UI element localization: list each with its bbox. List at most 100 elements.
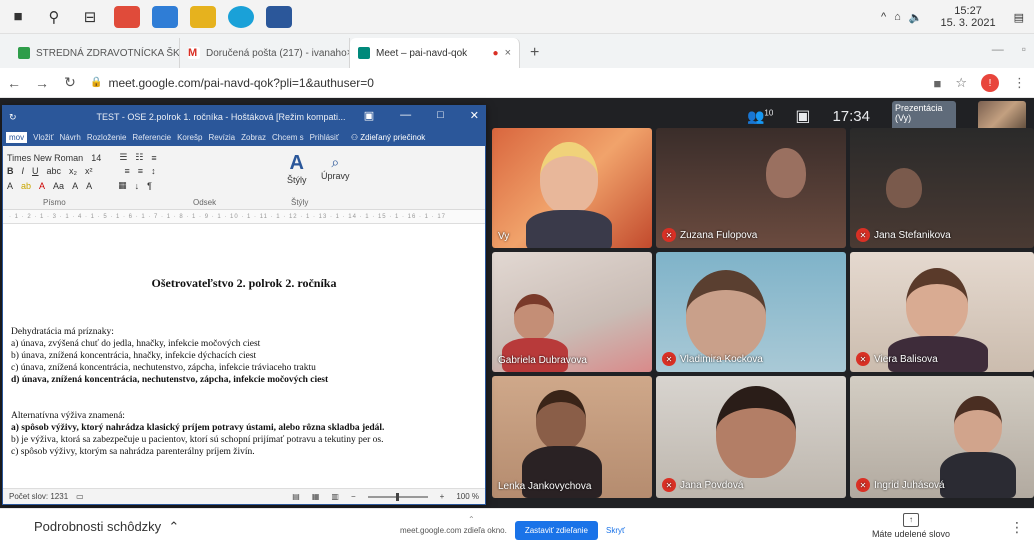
notifications-icon[interactable]: ▤ — [1014, 11, 1024, 24]
windows-start-icon[interactable]: ■ — [0, 0, 36, 34]
self-view-thumbnail[interactable] — [978, 101, 1026, 131]
tab-view[interactable]: Zobraz — [241, 133, 266, 142]
meeting-details-button[interactable]: Podrobnosti schôdzky ⌃ — [34, 519, 179, 535]
tab-meet[interactable]: Meet – pai-navd-qok ● × — [350, 38, 520, 68]
tray-chevron-icon[interactable]: ^ — [881, 11, 886, 23]
strikethrough-icon[interactable]: abc — [47, 166, 62, 176]
more-options-icon[interactable]: ⋮ — [1010, 519, 1024, 536]
zoom-slider[interactable] — [367, 492, 428, 501]
clock-time: 15:27 — [954, 5, 982, 17]
minimize-icon[interactable]: — — [400, 109, 411, 122]
underline-icon[interactable]: U — [32, 166, 39, 176]
file-explorer-icon[interactable] — [190, 5, 216, 28]
video-tile[interactable]: Vy — [492, 128, 652, 248]
chat-icon[interactable]: ▣ — [795, 106, 810, 126]
minimize-icon[interactable]: — — [992, 42, 1004, 56]
tab-design[interactable]: Návrh — [59, 133, 80, 142]
editing-button[interactable]: ⌕ Úpravy — [321, 154, 350, 181]
tab-close-icon[interactable]: × — [505, 47, 511, 59]
back-arrow-icon[interactable]: ← — [0, 75, 28, 91]
close-icon[interactable]: ✕ — [470, 109, 479, 122]
proofing-icon[interactable]: ▭ — [76, 492, 84, 501]
network-icon[interactable]: ⌂ — [894, 11, 901, 23]
text-effects-icon[interactable]: A — [7, 181, 13, 191]
video-tile[interactable]: Gabriela Dubravova — [492, 252, 652, 372]
shading-icon[interactable]: ▦ — [118, 180, 127, 191]
zoom-out-icon[interactable]: − — [351, 492, 356, 501]
video-tile[interactable]: ✕ Zuzana Fulopova — [656, 128, 846, 248]
list-bullets-icon[interactable]: ☰ — [119, 152, 127, 163]
camera-icon[interactable]: ■ — [933, 76, 941, 91]
line-spacing-icon[interactable]: ↕ — [151, 166, 156, 176]
align-icon[interactable]: ≡ — [151, 153, 156, 163]
pilcrow-icon[interactable]: ¶ — [147, 181, 152, 191]
sort-icon[interactable]: ↓ — [135, 181, 140, 191]
print-layout-icon[interactable]: ▦ — [312, 492, 320, 501]
presenting-button[interactable]: ↑ Máte udelené slovo — [872, 513, 950, 539]
presentation-thumbnail[interactable]: Prezentácia (Vy) — [892, 101, 956, 131]
video-tile[interactable]: ✕ Vladimira Kockova — [656, 252, 846, 372]
shrink-font-icon[interactable]: A — [86, 181, 92, 191]
web-layout-icon[interactable]: ▥ — [331, 492, 339, 501]
ribbon-display-icon[interactable]: ▣ — [364, 109, 374, 122]
answer-1a: a) únava, zvýšená chuť do jedla, hnačky,… — [11, 339, 261, 349]
sign-in-link[interactable]: Prihlásiť — [310, 133, 339, 142]
tab-references[interactable]: Referencie — [132, 133, 171, 142]
system-clock[interactable]: 15:27 15. 3. 2021 — [937, 5, 1000, 29]
zoom-level[interactable]: 100 % — [456, 492, 479, 501]
align-center-icon[interactable]: ≡ — [138, 166, 143, 176]
stop-sharing-button[interactable]: Zastaviť zdieľanie — [514, 521, 598, 540]
edge-app-icon[interactable] — [228, 5, 254, 28]
star-icon[interactable]: ☆ — [955, 75, 967, 91]
align-left-icon[interactable]: ≡ — [125, 166, 130, 176]
video-tile[interactable]: ✕ Jana Stefanikova — [850, 128, 1034, 248]
participants-button[interactable]: 👥10 — [747, 108, 773, 125]
autosave-icon[interactable]: ↻ — [9, 112, 17, 123]
mic-off-icon: ✕ — [856, 228, 870, 242]
change-case-icon[interactable]: Aa — [53, 181, 64, 191]
forward-arrow-icon[interactable]: → — [28, 75, 56, 91]
italic-icon[interactable]: I — [22, 166, 25, 176]
read-mode-icon[interactable]: ▤ — [292, 492, 300, 501]
menu-dots-icon[interactable]: ⋮ — [1013, 75, 1026, 91]
tab-insert[interactable]: Vložiť — [33, 133, 53, 142]
maximize-icon[interactable]: ▫ — [1022, 42, 1026, 56]
video-tile[interactable]: ✕ Jana Povdová — [656, 376, 846, 498]
tab-home[interactable]: mov — [6, 131, 28, 143]
styles-button[interactable]: A Štýly — [287, 152, 307, 185]
task-view-icon[interactable]: ⊟ — [72, 0, 108, 34]
grow-font-icon[interactable]: A — [72, 181, 78, 191]
tab-gmail[interactable]: M Doručená pošta (217) - ivanaho × — [180, 38, 350, 68]
mail-app-icon[interactable] — [152, 5, 178, 28]
list-numbering-icon[interactable]: ☷ — [135, 152, 143, 163]
font-color-icon[interactable]: A — [39, 181, 45, 191]
new-tab-button[interactable]: + — [520, 38, 549, 68]
video-tile[interactable]: ✕ Ingrid Juhásová — [850, 376, 1034, 498]
video-tile[interactable]: ✕ Viera Balisova — [850, 252, 1034, 372]
font-name-select[interactable]: Times New Roman — [7, 153, 83, 163]
tab-review[interactable]: Revízia — [208, 133, 235, 142]
maximize-icon[interactable]: □ — [437, 109, 444, 122]
superscript-icon[interactable]: x² — [85, 166, 93, 176]
chrome-app-icon[interactable] — [114, 5, 140, 28]
tab-school[interactable]: STREDNÁ ZDRAVOTNÍCKA ŠKOL × — [10, 38, 180, 68]
word-count[interactable]: Počet slov: 1231 — [9, 492, 68, 501]
tab-layout[interactable]: Rozloženie — [87, 133, 127, 142]
tell-me-field[interactable]: Chcem s — [272, 133, 304, 142]
url-field[interactable]: 🔒 meet.google.com/pai-navd-qok?pli=1&aut… — [90, 76, 374, 90]
bold-icon[interactable]: B — [7, 166, 14, 176]
tab-mailings[interactable]: Korešp — [177, 133, 202, 142]
hide-button[interactable]: Skryť — [606, 526, 625, 535]
document-page[interactable]: Ošetrovateľstvo 2. polrok 2. ročníka Deh… — [3, 224, 485, 490]
video-tile[interactable]: Lenka Jankovychova — [492, 376, 652, 498]
volume-icon[interactable]: 🔈 — [909, 11, 923, 24]
search-icon[interactable]: ⚲ — [36, 0, 72, 34]
subscript-icon[interactable]: x₂ — [69, 166, 77, 176]
reload-icon[interactable]: ↻ — [56, 74, 84, 91]
profile-avatar-icon[interactable]: ! — [981, 74, 999, 92]
zoom-in-icon[interactable]: + — [440, 492, 445, 501]
share-button[interactable]: ⚇ Zdieľaný priečinok — [351, 133, 425, 142]
font-size-select[interactable]: 14 — [91, 153, 101, 163]
highlight-icon[interactable]: ab — [21, 181, 31, 191]
word-app-icon[interactable] — [266, 5, 292, 28]
